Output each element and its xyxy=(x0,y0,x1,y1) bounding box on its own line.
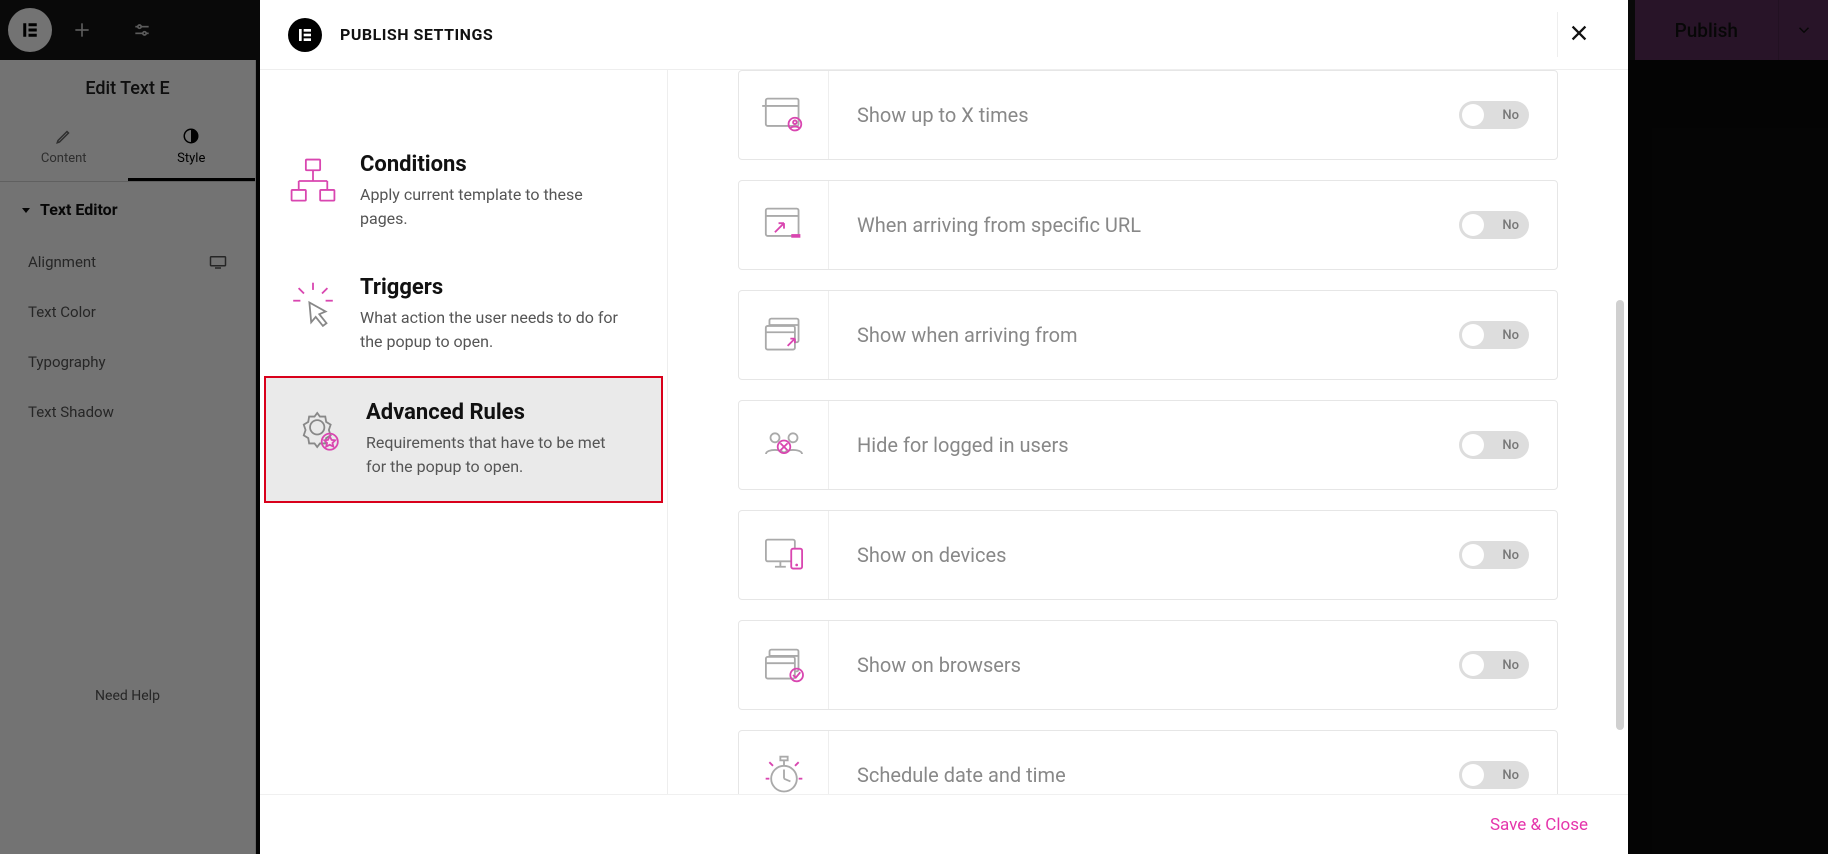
advanced-desc: Requirements that have to be met for the… xyxy=(366,431,626,479)
rule-on-devices: Show on devices No xyxy=(738,510,1558,600)
toggle-no-label: No xyxy=(1502,768,1519,783)
click-icon xyxy=(284,275,342,335)
users-x-icon xyxy=(739,401,829,489)
close-icon xyxy=(1568,22,1590,44)
toggle-no-label: No xyxy=(1502,328,1519,343)
modal-title: PUBLISH SETTINGS xyxy=(340,25,493,44)
toggle-on-browsers[interactable]: No xyxy=(1459,651,1529,679)
rule-label: Show when arriving from xyxy=(829,323,1459,347)
toggle-from-url[interactable]: No xyxy=(1459,211,1529,239)
rule-from-url: When arriving from specific URL No xyxy=(738,180,1558,270)
windows-stack-icon xyxy=(739,291,829,379)
scrollbar[interactable] xyxy=(1616,300,1624,730)
rule-on-browsers: Show on browsers No xyxy=(738,620,1558,710)
rule-label: Show on devices xyxy=(829,543,1459,567)
close-button[interactable] xyxy=(1557,12,1600,57)
sidebar-item-triggers[interactable]: Triggers What action the user needs to d… xyxy=(260,253,667,376)
rule-schedule: Schedule date and time No xyxy=(738,730,1558,794)
toggle-no-label: No xyxy=(1502,108,1519,123)
modal-main: Show up to X times No When arriving from… xyxy=(668,70,1628,794)
toggle-no-label: No xyxy=(1502,658,1519,673)
modal-header-left: PUBLISH SETTINGS xyxy=(288,18,493,52)
triggers-title: Triggers xyxy=(360,275,620,300)
windows-check-icon xyxy=(739,621,829,709)
modal-body: Conditions Apply current template to the… xyxy=(260,70,1628,794)
rule-label: Schedule date and time xyxy=(829,763,1459,787)
rule-hide-logged-in: Hide for logged in users No xyxy=(738,400,1558,490)
devices-icon xyxy=(739,511,829,599)
toggle-show-x-times[interactable]: No xyxy=(1459,101,1529,129)
rule-label: Show on browsers xyxy=(829,653,1459,677)
triggers-desc: What action the user needs to do for the… xyxy=(360,306,620,354)
sidebar-item-advanced-rules[interactable]: Advanced Rules Requirements that have to… xyxy=(264,376,663,503)
conditions-desc: Apply current template to these pages. xyxy=(360,183,620,231)
gear-star-icon xyxy=(290,400,348,456)
window-user-icon xyxy=(739,71,829,159)
toggle-hide-logged-in[interactable]: No xyxy=(1459,431,1529,459)
rule-label: When arriving from specific URL xyxy=(829,213,1459,237)
conditions-title: Conditions xyxy=(360,152,620,177)
sidebar-item-conditions[interactable]: Conditions Apply current template to the… xyxy=(260,130,667,253)
modal-header: PUBLISH SETTINGS xyxy=(260,0,1628,70)
toggle-schedule[interactable]: No xyxy=(1459,761,1529,789)
toggle-no-label: No xyxy=(1502,218,1519,233)
toggle-on-devices[interactable]: No xyxy=(1459,541,1529,569)
toggle-no-label: No xyxy=(1502,548,1519,563)
modal-footer: Save & Close xyxy=(260,794,1628,854)
publish-settings-modal: PUBLISH SETTINGS Conditions Apply curren… xyxy=(260,0,1628,854)
modal-sidebar: Conditions Apply current template to the… xyxy=(260,70,668,794)
rule-show-x-times: Show up to X times No xyxy=(738,70,1558,160)
save-close-button[interactable]: Save & Close xyxy=(1490,815,1588,835)
elementor-logo-icon xyxy=(288,18,322,52)
stopwatch-icon xyxy=(739,731,829,794)
toggle-no-label: No xyxy=(1502,438,1519,453)
window-arrow-icon xyxy=(739,181,829,269)
rule-label: Show up to X times xyxy=(829,103,1459,127)
sitemap-icon xyxy=(284,152,342,206)
rule-label: Hide for logged in users xyxy=(829,433,1459,457)
toggle-arriving-from[interactable]: No xyxy=(1459,321,1529,349)
rule-arriving-from: Show when arriving from No xyxy=(738,290,1558,380)
advanced-title: Advanced Rules xyxy=(366,400,626,425)
